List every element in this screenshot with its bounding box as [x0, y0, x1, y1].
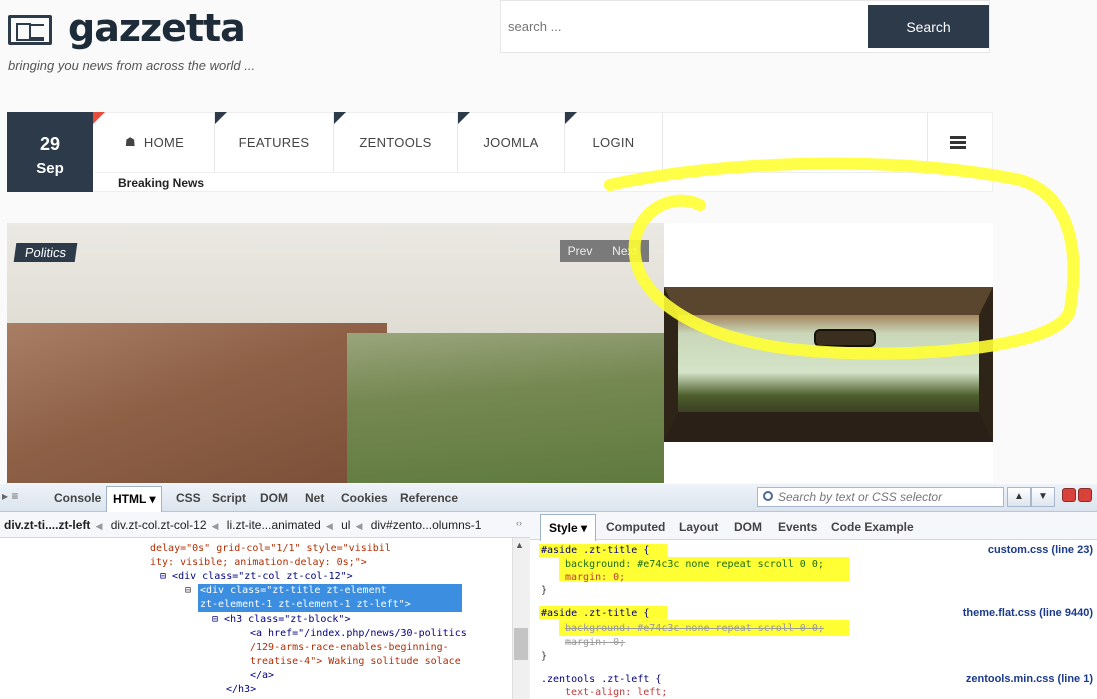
plowed-field — [7, 323, 387, 483]
date-badge: 29 Sep — [7, 112, 93, 192]
nav-home-label: HOME — [143, 134, 185, 150]
detach-icon[interactable] — [1078, 488, 1092, 502]
search-button[interactable]: Search — [868, 5, 989, 48]
tab-css[interactable]: CSS — [170, 489, 207, 507]
scrollbar[interactable] — [512, 538, 530, 699]
css-selector[interactable]: .zentools .zt-left { — [541, 673, 661, 686]
prev-match-button[interactable]: ▲ — [1007, 487, 1031, 507]
date-month: Sep — [36, 160, 64, 177]
tab-console[interactable]: Console — [48, 489, 107, 507]
html-line-text: zt-element-1 zt-element-1 zt-left"> — [200, 599, 411, 610]
css-property-overridden[interactable]: background: #e74c3c none repeat scroll 0… — [565, 622, 824, 635]
css-brace: } — [541, 651, 548, 662]
html-tree[interactable]: delay="0s" grid-col="1/1" style="visibil… — [0, 538, 512, 699]
css-brace: } — [541, 585, 548, 596]
annotation-scribble — [604, 157, 1080, 360]
date-day: 29 — [39, 134, 61, 154]
newspaper-logo-icon[interactable] — [8, 15, 52, 45]
breaking-news-label: Breaking News — [118, 176, 205, 190]
html-line-selected[interactable]: <div class="zt-title zt-element zt-elemen… — [198, 584, 462, 612]
breadcrumb: div.zt-ti....zt-left ◀ div.zt-col.zt-col-… — [0, 512, 530, 538]
tab-dom[interactable]: DOM — [254, 489, 294, 507]
breadcrumb-item[interactable]: div#zento...olumns-1 — [371, 518, 482, 532]
css-source-link[interactable]: theme.flat.css (line 9440) — [963, 607, 1093, 620]
nav-item-zentools[interactable]: ZENTOOLS — [334, 112, 458, 172]
minimize-icon[interactable] — [1062, 488, 1076, 502]
collapse-icon[interactable]: ⊟ — [185, 584, 191, 598]
css-property-overridden[interactable]: margin: 0; — [565, 636, 625, 649]
dropdown-caret-icon: ▾ — [581, 521, 588, 535]
site-tagline: bringing you news from across the world … — [8, 58, 256, 73]
nav-corner — [215, 112, 227, 124]
html-line-text: <div class="zt-title zt-element — [200, 585, 387, 596]
category-tag[interactable]: Politics — [13, 243, 78, 262]
home-icon: ☗ — [124, 135, 136, 149]
tab-events[interactable]: Events — [778, 520, 817, 534]
tab-style[interactable]: Style ▾ — [540, 514, 597, 541]
tab-layout[interactable]: Layout — [679, 520, 718, 534]
tab-html-label: HTML — [113, 492, 147, 506]
html-line[interactable]: </a> — [250, 669, 274, 683]
css-rules-pane[interactable]: #aside .zt-title { custom.css (line 23) … — [531, 540, 1097, 699]
html-line[interactable]: <a href="/index.php/news/30-politics — [250, 627, 467, 641]
search-input[interactable] — [508, 12, 848, 40]
dropdown-caret-icon: ▾ — [149, 492, 156, 506]
slider-prev-button[interactable]: Prev — [560, 240, 600, 262]
inspect-icon[interactable]: ▸ ≡ — [2, 489, 18, 503]
site-logo[interactable]: gazzetta — [68, 6, 246, 50]
featured-slider-image[interactable] — [7, 223, 664, 483]
devtools-search-input[interactable]: Search by text or CSS selector — [757, 487, 1004, 507]
html-line[interactable]: </h3> — [226, 683, 256, 697]
breadcrumb-item[interactable]: li.zt-ite...animated — [227, 518, 321, 532]
scrollbar-thumb[interactable] — [514, 628, 528, 660]
next-match-button[interactable]: ▼ — [1031, 487, 1055, 507]
html-line[interactable]: ity: visible; animation-delay: 0s;"> — [150, 556, 367, 570]
html-line[interactable]: treatise-4"> Waking solitude solace — [250, 655, 461, 669]
scroll-crumbs-icon[interactable]: ‹› — [516, 518, 522, 528]
breadcrumb-item[interactable]: div.zt-ti....zt-left — [4, 518, 90, 532]
html-line[interactable]: delay="0s" grid-col="1/1" style="visibil — [150, 542, 391, 556]
css-source-link[interactable]: zentools.min.css (line 1) — [966, 673, 1093, 686]
tab-code-example[interactable]: Code Example — [831, 520, 914, 534]
tab-style-label: Style — [549, 521, 578, 535]
nav-corner — [565, 112, 577, 124]
collapse-icon[interactable]: ⊟ — [212, 614, 224, 625]
tab-reference[interactable]: Reference — [394, 489, 464, 507]
scroll-up-icon[interactable]: ▲ — [515, 540, 524, 550]
nav-corner — [334, 112, 346, 124]
tab-script[interactable]: Script — [206, 489, 252, 507]
nav-corner — [458, 112, 470, 124]
nav-item-home[interactable]: ☗ HOME — [95, 112, 215, 172]
html-line[interactable]: ⊟ <h3 class="zt-block"> — [212, 613, 350, 627]
search-icon — [763, 491, 773, 501]
tab-dom-side[interactable]: DOM — [734, 520, 762, 534]
html-line-text: <div class="zt-col zt-col-12"> — [172, 571, 353, 582]
tab-html[interactable]: HTML ▾ — [106, 486, 163, 512]
nav-item-joomla[interactable]: JOOMLA — [458, 112, 565, 172]
html-line-text: <h3 class="zt-block"> — [224, 614, 351, 625]
breadcrumb-item[interactable]: ul — [341, 518, 350, 532]
tab-computed[interactable]: Computed — [606, 520, 665, 534]
css-selector[interactable]: #aside .zt-title { — [541, 544, 649, 557]
nav-item-features[interactable]: FEATURES — [215, 112, 334, 172]
tab-net[interactable]: Net — [299, 489, 330, 507]
css-selector[interactable]: #aside .zt-title { — [541, 607, 649, 620]
html-line[interactable]: ⊟ <div class="zt-col zt-col-12"> — [160, 570, 353, 584]
css-property[interactable]: text-align: left; — [565, 686, 667, 699]
css-source-link[interactable]: custom.css (line 23) — [988, 544, 1093, 557]
css-property[interactable]: margin: 0; — [565, 571, 625, 584]
breadcrumb-item[interactable]: div.zt-col.zt-col-12 — [111, 518, 207, 532]
css-property[interactable]: background: #e74c3c none repeat scroll 0… — [565, 558, 824, 571]
tab-cookies[interactable]: Cookies — [335, 489, 394, 507]
html-line[interactable]: /129-arms-race-enables-beginning- — [250, 641, 449, 655]
collapse-icon[interactable]: ⊟ — [160, 571, 172, 582]
